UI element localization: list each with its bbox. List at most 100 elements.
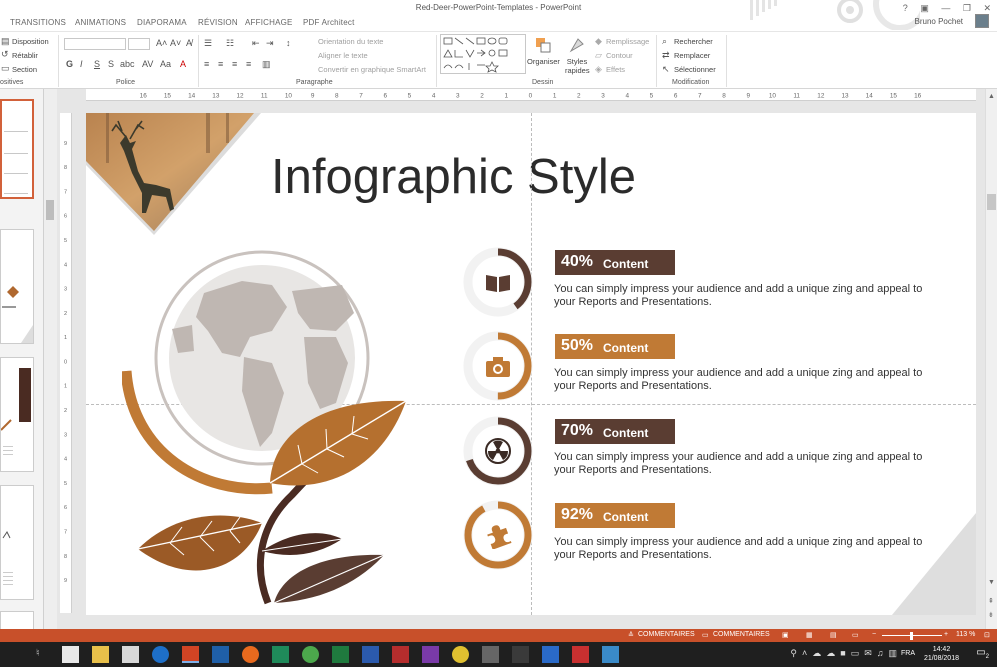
shrink-font-icon[interactable]: A˅ [170,38,181,48]
content-header-3[interactable]: 70% Content [555,419,675,444]
calculator-icon[interactable] [62,646,79,663]
restore-button[interactable]: ❐ [963,3,971,13]
numbering-icon[interactable]: ☷ [226,38,234,49]
convert-smartart-button[interactable]: Convertir en graphique SmartArt [318,65,426,74]
outlook-icon[interactable] [212,646,229,663]
fit-slide-icon[interactable]: ⊡ [984,631,990,639]
tab-transitions[interactable]: TRANSITIONS [10,18,66,27]
content-description-3[interactable]: You can simply impress your audience and… [554,451,944,477]
spacing-icon[interactable]: AV [142,59,153,69]
quick-styles-button[interactable]: Styles rapides [565,57,590,75]
thumbnail-slide[interactable] [0,357,34,472]
justify-icon[interactable]: ≡ [246,59,251,69]
thumbnail-slide[interactable] [0,611,34,631]
avatar[interactable] [975,14,989,28]
arrange-button[interactable]: Organiser [527,57,560,66]
next-slide-icon[interactable]: ⇟ [988,611,994,619]
layout-button[interactable]: Disposition [12,37,49,46]
tab-animations[interactable]: ANIMATIONS [75,18,126,27]
shapes-gallery[interactable] [440,34,526,74]
system-tray[interactable]: ⚲ ˄ ☁ ☁ ■ ▭ ✉ ♫ ▥ [790,648,897,659]
tab-diaporama[interactable]: DIAPORAMA [137,18,187,27]
chrome-icon[interactable] [452,646,469,663]
grow-font-icon[interactable]: A˄ [156,38,167,48]
onenote-icon[interactable] [422,646,439,663]
align-text-button[interactable]: Aligner le texte [318,51,368,60]
scroll-up-icon[interactable]: ▲ [988,93,995,100]
clear-format-icon[interactable]: A̸ [186,38,192,48]
slide-sorter-icon[interactable]: ▦ [806,631,813,639]
content-header-2[interactable]: 50% Content [555,334,675,359]
zoom-out-icon[interactable]: − [872,631,876,638]
case-icon[interactable]: Aa [160,59,171,69]
align-right-icon[interactable]: ≡ [232,59,237,69]
columns-icon[interactable]: ▥ [262,59,271,70]
user-name[interactable]: Bruno Pochet [915,17,963,26]
content-header-4[interactable]: 92% Content [555,503,675,528]
zoom-slider-thumb[interactable] [910,632,913,640]
scroll-thumb[interactable] [987,194,996,210]
zoom-level[interactable]: 113 % [956,631,975,638]
scroll-down-icon[interactable]: ▼ [988,579,995,586]
font-size-input[interactable] [128,38,150,50]
section-button[interactable]: Section [12,65,37,74]
chrome-canary-icon[interactable] [302,646,319,663]
excel-icon[interactable] [332,646,349,663]
thumbnail-slide-active[interactable] [0,99,34,199]
shield-icon[interactable] [602,646,619,663]
reset-button[interactable]: Rétablir [12,51,38,60]
replace-button[interactable]: Remplacer [674,51,710,60]
access-icon[interactable] [392,646,409,663]
app-icon[interactable] [482,646,499,663]
language-indicator[interactable]: FRA [901,650,915,657]
thumbnail-slide[interactable] [0,229,34,344]
zoom-in-icon[interactable]: + [944,631,948,638]
comments-button[interactable]: COMMENTAIRES [713,631,770,638]
notes-button[interactable]: COMMENTAIRES [638,631,695,638]
select-button[interactable]: Sélectionner [674,65,716,74]
indent-decrease-icon[interactable]: ⇤ [252,38,260,49]
italic-icon[interactable]: I [80,59,83,69]
bullets-icon[interactable]: ☰ [204,38,212,49]
store-icon[interactable] [122,646,139,663]
text-direction-button[interactable]: Orientation du texte [318,37,383,46]
shape-fill-button[interactable]: Remplissage [606,37,649,46]
normal-view-icon[interactable]: ▣ [782,631,789,639]
shape-outline-button[interactable]: Contour [606,51,633,60]
acrobat-icon[interactable] [572,646,589,663]
thumbnail-slide[interactable] [0,485,34,600]
line-spacing-icon[interactable]: ↕ [286,38,291,48]
font-color-icon[interactable]: A [180,59,186,69]
content-description-1[interactable]: You can simply impress your audience and… [554,283,944,309]
content-description-4[interactable]: You can simply impress your audience and… [554,536,944,562]
thumbnails-scroll-thumb[interactable] [46,200,54,220]
previous-slide-icon[interactable]: ⇞ [988,597,994,605]
vertical-scrollbar[interactable]: ▲ ▼ ⇞ ⇟ [985,89,997,629]
ribbon-display-button[interactable]: ▣ [920,3,929,13]
file-explorer-icon[interactable] [92,646,109,663]
microphone-icon[interactable]: ♮ [36,648,40,659]
font-name-input[interactable] [64,38,126,50]
minimize-button[interactable]: — [941,3,950,13]
tab-revision[interactable]: RÉVISION [198,18,238,27]
content-description-2[interactable]: You can simply impress your audience and… [554,367,944,393]
powerpoint-icon[interactable] [182,646,199,663]
notification-icon[interactable]: ▭2 [976,647,989,660]
slide-title[interactable]: Infographic Style [266,149,641,205]
content-header-1[interactable]: 40% Content [555,250,675,275]
close-button[interactable]: ✕ [983,3,991,13]
app-icon[interactable] [542,646,559,663]
indent-increase-icon[interactable]: ⇥ [266,38,274,49]
find-button[interactable]: Rechercher [674,37,713,46]
align-left-icon[interactable]: ≡ [204,59,209,69]
underline-icon[interactable]: S [94,59,100,69]
app-icon[interactable] [512,646,529,663]
bold-icon[interactable]: G [66,59,73,69]
firefox-icon[interactable] [242,646,259,663]
tab-pdf-architect[interactable]: PDF Architect [303,18,355,27]
clock[interactable]: 14:42 21/08/2018 [924,645,959,663]
tab-affichage[interactable]: AFFICHAGE [245,18,293,27]
project-icon[interactable] [272,646,289,663]
thumbnails-scrollbar[interactable] [44,89,57,629]
shape-effects-button[interactable]: Effets [606,65,625,74]
